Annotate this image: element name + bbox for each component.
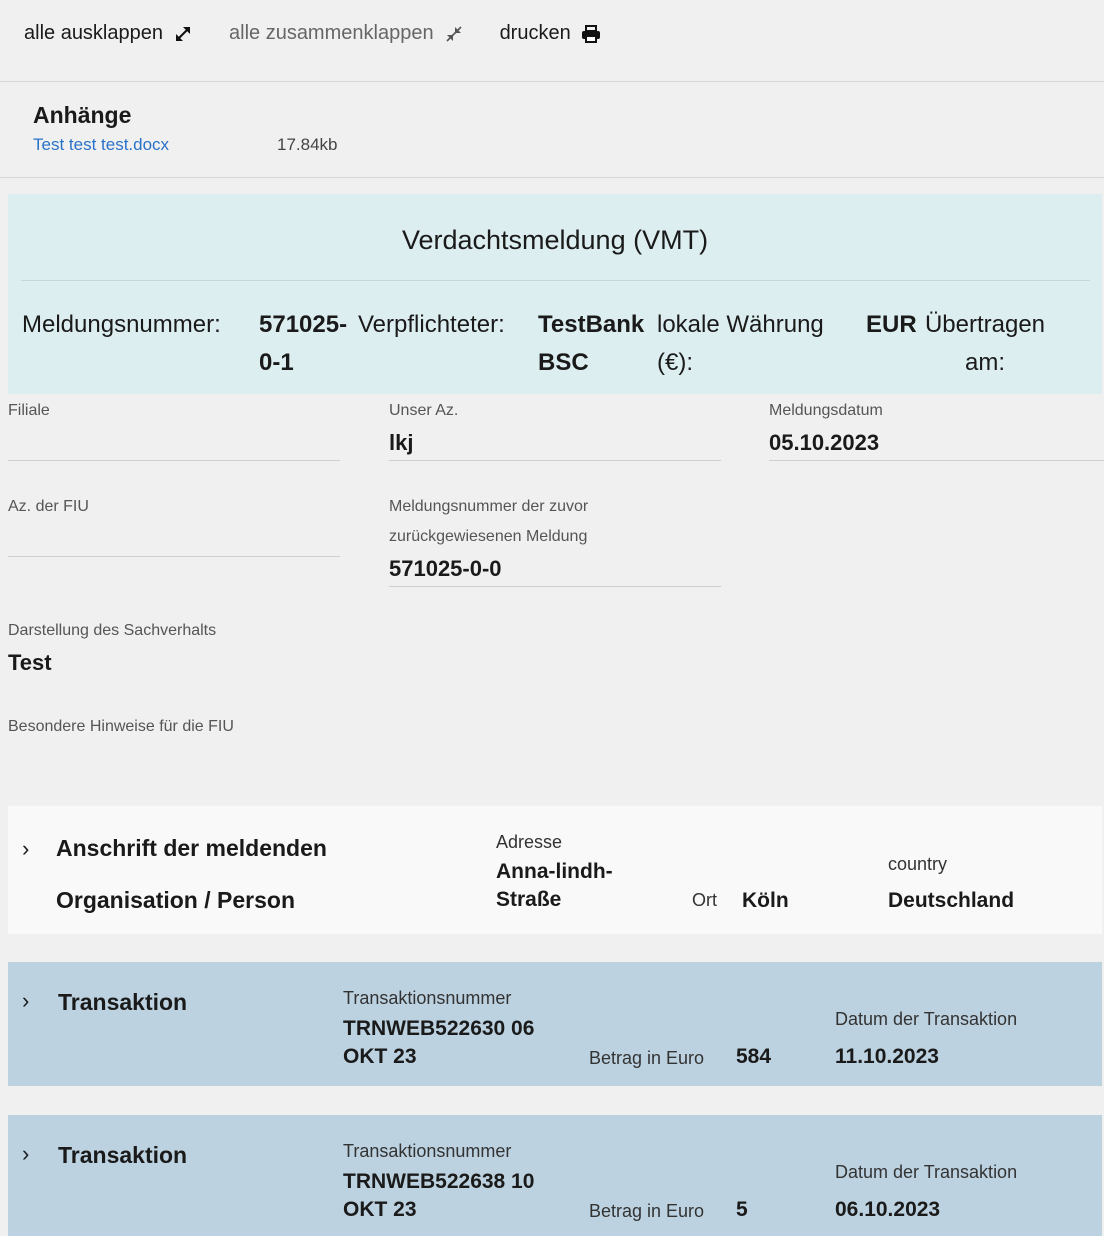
address-panel[interactable]: › Anschrift der meldenden Organisation /… <box>8 806 1102 934</box>
branch-label: Filiale <box>8 402 50 419</box>
prev-number-label: Meldungsnummer der zuvor zurückgewiesene… <box>389 498 589 545</box>
collapse-all-label: alle zusammenklappen <box>229 22 434 44</box>
fiu-ref-value <box>8 522 340 556</box>
transaction-number-label: Transaktionsnummer <box>343 988 512 1008</box>
branch-underline <box>8 460 340 461</box>
transaction-date-label: Datum der Transaktion <box>835 1162 1018 1182</box>
report-date-value: 05.10.2023 <box>769 430 880 455</box>
report-title: Verdachtsmeldung (VMT) <box>401 225 709 255</box>
header-divider <box>21 280 1090 281</box>
report-date-underline <box>769 460 1104 461</box>
chevron-right-icon: › <box>22 1141 30 1166</box>
facts-value: Test <box>8 650 52 675</box>
obliged-label: Verpflichteter: <box>358 311 505 338</box>
chevron-right-icon: › <box>22 988 30 1013</box>
address-panel-title: Anschrift der meldenden Organisation / P… <box>56 822 416 926</box>
notes-field: Besondere Hinweise für die FIU <box>8 712 608 742</box>
attachments-section: Anhänge Test test test.docx 17.84kb <box>0 82 1104 178</box>
transaction-date-label: Datum der Transaktion <box>835 1009 1018 1029</box>
expand-all-label: alle ausklappen <box>24 22 163 44</box>
report-header: Verdachtsmeldung (VMT) Meldungsnummer: 5… <box>8 194 1102 394</box>
notes-label: Besondere Hinweise für die FIU <box>8 718 234 735</box>
attachment-size: 17.84kb <box>277 135 338 154</box>
expand-icon <box>173 24 193 44</box>
expand-all-button[interactable]: alle ausklappen <box>24 22 193 45</box>
report-date-label: Meldungsdatum <box>769 402 883 419</box>
address-panel-title-text: Anschrift der meldenden Organisation / P… <box>56 835 327 913</box>
currency-label: lokale Währung (€): <box>657 311 824 376</box>
printer-icon <box>581 24 601 43</box>
collapse-all-button[interactable]: alle zusammenklappen <box>229 22 464 45</box>
our-ref-underline <box>389 460 721 461</box>
facts-label: Darstellung des Sachverhalts <box>8 622 217 639</box>
city-value: Köln <box>742 889 789 912</box>
attachment-row: Test test test.docx 17.84kb <box>33 135 1104 155</box>
facts-field: Darstellung des Sachverhalts Test <box>8 616 608 680</box>
branch-field[interactable]: Filiale <box>8 396 340 461</box>
amount-label: Betrag in Euro <box>589 1048 705 1068</box>
transaction-date-value: 06.10.2023 <box>835 1198 941 1221</box>
collapse-icon <box>444 24 464 44</box>
transaction-number-value: TRNWEB522630 06 OKT 23 <box>343 1017 535 1068</box>
report-number-label: Meldungsnummer: <box>22 311 221 338</box>
amount-label: Betrag in Euro <box>589 1201 705 1221</box>
our-ref-field[interactable]: Unser Az. lkj <box>389 396 721 461</box>
country-label: country <box>888 854 948 874</box>
transaction-title: Transaktion <box>58 1142 188 1168</box>
transaction-panel[interactable]: › Transaktion Transaktionsnummer TRNWEB5… <box>8 962 1102 1086</box>
fiu-ref-field[interactable]: Az. der FIU <box>8 492 340 557</box>
report-number-value: 571025-0-1 <box>259 311 348 376</box>
branch-value <box>8 426 340 460</box>
transferred-label: Übertragen am: <box>924 311 1046 376</box>
attachment-link[interactable]: Test test test.docx <box>33 135 277 155</box>
print-button[interactable]: drucken <box>500 22 601 45</box>
transaction-title: Transaktion <box>58 989 188 1015</box>
report-date-field[interactable]: Meldungsdatum 05.10.2023 <box>769 396 1104 461</box>
city-label: Ort <box>692 890 717 910</box>
address-label: Adresse <box>496 832 563 852</box>
prev-number-value: 571025-0-0 <box>389 556 502 581</box>
obliged-value: TestBank BSC <box>538 311 645 376</box>
country-value: Deutschland <box>888 889 1015 912</box>
prev-number-field[interactable]: Meldungsnummer der zuvor zurückgewiesene… <box>389 492 721 587</box>
attachments-heading: Anhänge <box>33 102 132 128</box>
amount-value: 5 <box>736 1198 748 1221</box>
toolbar: alle ausklappen alle zusammenklappen dru… <box>0 0 1104 82</box>
transaction-number-label: Transaktionsnummer <box>343 1141 512 1161</box>
amount-value: 584 <box>736 1045 772 1068</box>
address-value: Anna-lindh-Straße <box>496 860 613 911</box>
prev-number-underline <box>389 586 721 587</box>
our-ref-label: Unser Az. <box>389 402 459 419</box>
fiu-ref-label: Az. der FIU <box>8 498 89 515</box>
fiu-ref-underline <box>8 556 340 557</box>
print-label: drucken <box>499 22 571 44</box>
chevron-right-icon: › <box>22 836 30 861</box>
transaction-number-value: TRNWEB522638 10 OKT 23 <box>343 1170 535 1221</box>
our-ref-value: lkj <box>389 430 414 455</box>
currency-value: EUR <box>866 311 917 338</box>
transaction-date-value: 11.10.2023 <box>835 1045 939 1068</box>
transaction-panel[interactable]: › Transaktion Transaktionsnummer TRNWEB5… <box>8 1115 1102 1236</box>
